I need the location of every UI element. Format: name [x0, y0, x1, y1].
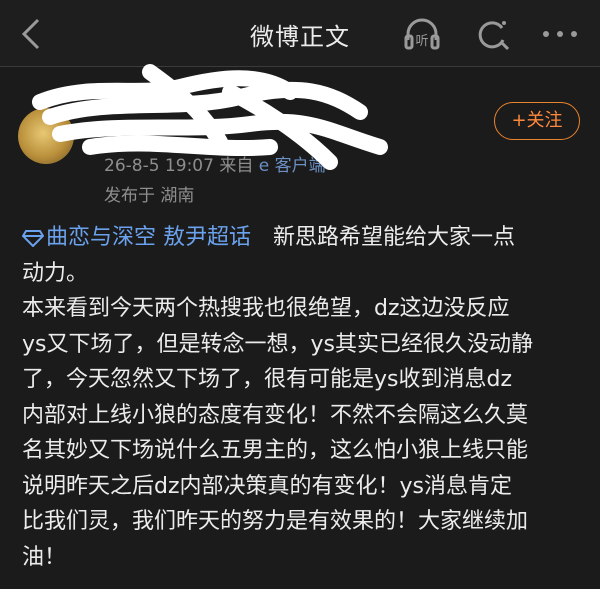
post-line: 动力。 — [22, 260, 89, 286]
search-icon[interactable] — [472, 14, 512, 54]
post-line: 内部对上线小狼的态度有变化！不然不会隔这么久莫 — [22, 402, 529, 428]
follow-button[interactable]: +关注 — [494, 102, 580, 140]
post-time: 26-8-5 19:07 — [104, 156, 214, 176]
post-location: 发布于 湖南 — [104, 186, 195, 206]
post-source-prefix: 来自 — [219, 156, 254, 176]
post-line: 名其妙又下场说什么五男主的，这么怕小狼上线只能 — [22, 438, 529, 463]
post-first-line: 新思路希望能给大家一点 — [273, 225, 516, 250]
post-line: 说明昨天之后dz内部决策真的有变化！ys消息肯定 — [22, 473, 512, 499]
post-line: 本来看到今天两个热搜我也很绝望，dz这边没反应 — [22, 296, 510, 321]
post-line: 油！ — [22, 544, 67, 570]
post-line: ys又下场了，但是转念一想，ys其实已经很久没动静 — [22, 331, 533, 357]
listen-label: 听 — [415, 34, 428, 49]
post-client[interactable]: e 客户端 — [259, 156, 326, 176]
topic-label: 曲恋与深空 敖尹超话 — [46, 225, 251, 250]
post-line: 了，今天忽然又下场了，很有可能是ys收到消息dz — [22, 367, 512, 392]
post-line: 比我们灵，我们昨天的努力是有效果的！大家继续加 — [22, 509, 529, 534]
post-meta: 26-8-5 19:07 来自 e 客户端 — [104, 151, 326, 176]
avatar[interactable] — [18, 108, 74, 164]
diamond-icon — [21, 230, 45, 248]
more-icon[interactable] — [540, 22, 580, 46]
post-line: 曲恋与深空 敖尹超话 新思路希望能给大家一点 — [21, 220, 588, 256]
headphones-icon[interactable]: 听 — [402, 14, 442, 54]
top-bar: 微博正文 听 — [0, 0, 600, 67]
post-body: 曲恋与深空 敖尹超话 新思路希望能给大家一点 动力。 本来看到今天两个热搜我也很绝… — [21, 220, 588, 575]
topic-link[interactable]: 曲恋与深空 敖尹超话 — [21, 225, 251, 250]
